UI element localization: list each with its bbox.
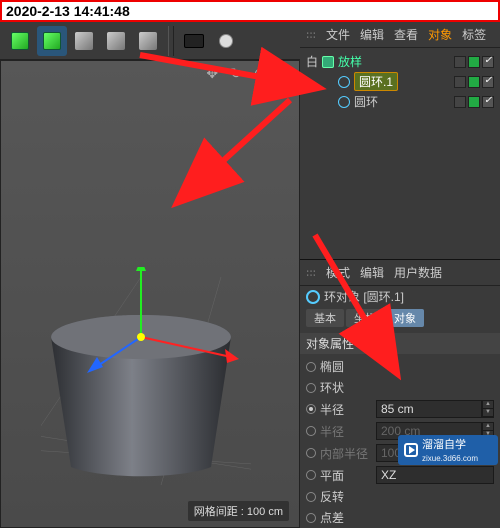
hierarchy-item[interactable]: 圆环.1: [306, 71, 494, 92]
menu-view[interactable]: 查看: [394, 26, 418, 43]
light-tool[interactable]: [211, 26, 241, 56]
extra-tool[interactable]: [133, 26, 163, 56]
radio-icon[interactable]: [306, 383, 316, 393]
tab-object[interactable]: 对象: [386, 309, 424, 327]
scene-object: [41, 267, 251, 487]
plane-tool[interactable]: [101, 26, 131, 56]
sweep-icon: [322, 56, 334, 68]
panel-grip-icon[interactable]: ꞉꞉꞉: [306, 28, 316, 42]
cube-tool-2[interactable]: [37, 26, 67, 56]
radius-field[interactable]: 85 cm: [376, 400, 482, 418]
menu-objects[interactable]: 对象: [428, 26, 452, 43]
prop-reverse[interactable]: 反转: [300, 486, 500, 507]
prop-ellipse[interactable]: 椭圆: [300, 356, 500, 377]
object-manager-menu: ꞉꞉꞉ 文件 编辑 查看 对象 标签: [300, 22, 500, 48]
prop-plane[interactable]: 平面 XZ: [300, 464, 500, 486]
sphere-icon: [75, 32, 93, 50]
extra-icon: [139, 32, 157, 50]
ring-icon: [306, 290, 320, 304]
viewport[interactable]: ✥ ↻ ⊕ ⊞: [0, 60, 300, 528]
visibility-toggles[interactable]: [454, 96, 494, 108]
menu-file[interactable]: 文件: [326, 26, 350, 43]
tab-coord[interactable]: 坐标: [346, 309, 384, 327]
item-label[interactable]: 圆环: [354, 93, 378, 110]
camera-icon: [184, 34, 204, 48]
radio-icon: [306, 426, 316, 436]
object-hierarchy[interactable]: 白 放样 圆环.1 圆环: [300, 48, 500, 115]
plane-select[interactable]: XZ: [376, 466, 494, 484]
watermark-badge: 溜溜自学 zixue.3d66.com: [398, 435, 498, 465]
visibility-toggles[interactable]: [454, 76, 494, 88]
attr-object-name: 环对象 [圆环.1]: [324, 288, 404, 305]
item-label-selected[interactable]: 圆环.1: [354, 72, 398, 91]
radio-icon[interactable]: [306, 513, 316, 523]
sphere-tool[interactable]: [69, 26, 99, 56]
prop-ring[interactable]: 环状: [300, 377, 500, 398]
circle-icon: [338, 96, 350, 108]
attribute-panel: ꞉꞉꞉ 模式 编辑 用户数据 环对象 [圆环.1] 基本 坐标 对象 对象属性 …: [300, 259, 500, 528]
cube-icon: [43, 32, 61, 50]
group-object-properties: 对象属性: [300, 333, 500, 354]
cube-icon: [11, 32, 29, 50]
radio-icon[interactable]: [306, 492, 316, 502]
spinner-icon[interactable]: ▲▼: [482, 400, 494, 418]
viewport-nav-tools[interactable]: ✥ ↻ ⊕ ⊞: [206, 65, 293, 82]
attr-menu-edit[interactable]: 编辑: [360, 264, 384, 281]
cube-tool[interactable]: [5, 26, 35, 56]
hierarchy-root[interactable]: 白 放样: [306, 52, 494, 71]
menu-edit[interactable]: 编辑: [360, 26, 384, 43]
hierarchy-item[interactable]: 圆环: [306, 92, 494, 111]
tab-basic[interactable]: 基本: [306, 309, 344, 327]
attr-object-header: 环对象 [圆环.1]: [300, 286, 500, 307]
root-label[interactable]: 放样: [338, 53, 362, 70]
panel-grip-icon[interactable]: ꞉꞉꞉: [306, 266, 316, 280]
attr-menu-userdata[interactable]: 用户数据: [394, 264, 442, 281]
bulb-icon: [219, 34, 233, 48]
attr-menu: ꞉꞉꞉ 模式 编辑 用户数据: [300, 260, 500, 286]
radio-icon[interactable]: [306, 404, 316, 414]
plane-icon: [107, 32, 125, 50]
circle-icon: [338, 76, 350, 88]
menu-tags[interactable]: 标签: [462, 26, 486, 43]
play-icon: [404, 443, 418, 457]
timestamp-text: 2020-2-13 14:41:48: [6, 3, 130, 19]
radio-icon: [306, 448, 316, 458]
timestamp-bar: 2020-2-13 14:41:48: [0, 0, 500, 22]
attr-tabs: 基本 坐标 对象: [300, 307, 500, 331]
radio-icon[interactable]: [306, 470, 316, 480]
visibility-toggles[interactable]: [454, 56, 494, 68]
prop-radius[interactable]: 半径 85 cm ▲▼: [300, 398, 500, 420]
radio-icon[interactable]: [306, 362, 316, 372]
viewport-status: 网格间距 : 100 cm: [188, 501, 289, 521]
watermark-brand: 溜溜自学: [422, 436, 478, 452]
toolbar-separator: [168, 26, 174, 56]
attr-menu-mode[interactable]: 模式: [326, 264, 350, 281]
expand-toggle[interactable]: 白: [306, 53, 318, 70]
camera-tool[interactable]: [179, 26, 209, 56]
prop-pointspread[interactable]: 点差: [300, 507, 500, 528]
watermark-url: zixue.3d66.com: [422, 454, 478, 463]
